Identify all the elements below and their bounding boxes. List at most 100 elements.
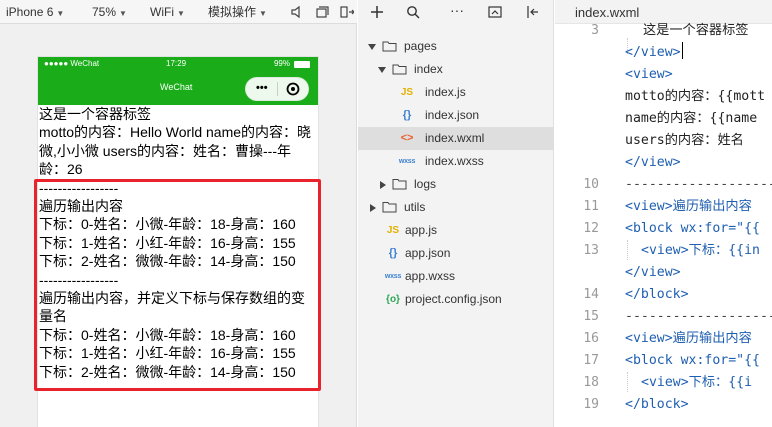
code-editor: index.wxml 3 这是一个容器标签 </view> <view> mot… <box>555 0 772 427</box>
tree-item-project-config[interactable]: {o} project.config.json <box>358 288 554 311</box>
network-select[interactable]: WiFi ▼ <box>150 4 185 20</box>
simulator-toolbar: iPhone 6 ▼ 75% ▼ WiFi ▼ 模拟操作 ▼ <box>0 0 357 24</box>
explorer-toolbar: ··· <box>358 0 554 24</box>
code-line[interactable]: </view> <box>555 42 772 64</box>
code-text: <view>下标：{{in <box>641 243 760 258</box>
code-line[interactable]: </view> <box>555 262 772 284</box>
chevron-down-icon <box>368 44 376 50</box>
folder-open-icon <box>392 64 407 75</box>
network-label: WiFi <box>150 5 174 19</box>
code-line[interactable]: </view> <box>555 152 772 174</box>
code-line[interactable]: name的内容：{{name <box>555 108 772 130</box>
wxss-file-icon: wxss <box>384 273 402 280</box>
code-line[interactable]: 15 -------------------- <box>555 306 772 328</box>
tree-item-label: logs <box>414 177 437 191</box>
code-line[interactable]: <view> <box>555 64 772 86</box>
code-text: </block> <box>625 287 689 302</box>
code-line[interactable]: 12 <block wx:for="{{ <box>555 218 772 240</box>
detach-icon[interactable] <box>340 5 354 19</box>
tree-item-index-js[interactable]: JS index.js <box>358 81 554 104</box>
tree-item-label: utils <box>404 200 426 214</box>
tree-item-label: app.wxss <box>405 269 456 283</box>
wxml-file-icon: <> <box>400 132 414 144</box>
code-text: motto的内容：{{mott <box>625 89 766 104</box>
line-number: 18 <box>583 375 599 390</box>
highlight-annotation <box>34 179 321 391</box>
tree-item-app-js[interactable]: JS app.js <box>358 219 554 242</box>
device-select[interactable]: iPhone 6 ▼ <box>6 4 64 20</box>
line-number: 3 <box>591 23 599 38</box>
json-file-icon: {} <box>402 109 412 121</box>
wxss-file-icon: wxss <box>398 158 416 165</box>
tree-item-label: project.config.json <box>405 292 502 306</box>
code-text: <view>遍历输出内容 <box>625 331 752 346</box>
split-icon[interactable] <box>488 5 502 19</box>
nav-title: WeChat <box>160 82 193 92</box>
folder-open-icon <box>382 41 397 52</box>
js-file-icon: JS <box>400 87 414 98</box>
zoom-label: 75% <box>92 5 117 19</box>
data-summary-text: motto的内容：Hello World name的内容：晓微,小小微 user… <box>39 124 312 178</box>
chevron-down-icon: ▼ <box>177 9 185 18</box>
tree-item-index-wxml[interactable]: <> index.wxml <box>358 127 554 150</box>
code-line[interactable]: motto的内容：{{mott <box>555 86 772 108</box>
code-line[interactable]: 17 <block wx:for="{{ <box>555 350 772 372</box>
close-circle-icon[interactable] <box>286 82 300 96</box>
code-text: <block wx:for="{{ <box>625 353 760 368</box>
tree-item-logs[interactable]: logs <box>358 173 554 196</box>
code-text: </view> <box>625 155 681 170</box>
more-icon[interactable]: ··· <box>450 2 464 18</box>
code-line[interactable]: users的内容：姓名 <box>555 130 772 152</box>
zoom-select[interactable]: 75% ▼ <box>92 4 127 20</box>
add-icon[interactable] <box>370 5 384 19</box>
line-number: 13 <box>583 243 599 258</box>
code-token: </view> <box>625 45 681 60</box>
code-line[interactable]: 11 <view>遍历输出内容 <box>555 196 772 218</box>
line-number: 17 <box>583 353 599 368</box>
window-icon[interactable] <box>315 5 329 19</box>
code-line[interactable]: 13 <view>下标：{{in <box>555 240 772 262</box>
simulator-pane: iPhone 6 ▼ 75% ▼ WiFi ▼ 模拟操作 ▼ ●●●●● WeChat … <box>0 0 357 427</box>
capsule-divider <box>277 82 278 96</box>
code-text: </view> <box>625 265 681 280</box>
code-line[interactable]: 14 </block> <box>555 284 772 306</box>
tree-item-index-wxss[interactable]: wxss index.wxss <box>358 150 554 173</box>
file-explorer: ··· pages index JS index.js {} index.jso… <box>358 0 554 427</box>
tree-item-index[interactable]: index <box>358 58 554 81</box>
editor-tab-label: index.wxml <box>575 5 640 20</box>
code-text: users的内容：姓名 <box>625 133 744 148</box>
code-text: <view>遍历输出内容 <box>625 199 752 214</box>
tree-item-label: app.js <box>405 223 438 237</box>
text-cursor <box>681 42 683 59</box>
code-text: name的内容：{{name <box>625 111 758 126</box>
chevron-down-icon <box>378 67 386 73</box>
tree-item-index-json[interactable]: {} index.json <box>358 104 554 127</box>
code-line[interactable]: 19 </block> <box>555 394 772 416</box>
js-file-icon: JS <box>386 225 400 236</box>
status-bar: ●●●●● WeChat 17:29 99% <box>38 57 318 71</box>
mode-label: 模拟操作 <box>208 5 257 19</box>
code-line[interactable]: 18 <view>下标：{{i <box>555 372 772 394</box>
line-number: 12 <box>583 221 599 236</box>
mode-select[interactable]: 模拟操作 ▼ <box>208 4 267 20</box>
code-line[interactable]: 3 这是一个容器标签 <box>555 20 772 42</box>
code-line[interactable]: 10 -------------------- <box>555 174 772 196</box>
collapse-icon[interactable] <box>526 5 540 19</box>
tree-item-app-wxss[interactable]: wxss app.wxss <box>358 265 554 288</box>
battery-icon <box>294 61 310 68</box>
more-icon[interactable]: ••• <box>256 82 268 94</box>
tree-item-label: index.json <box>425 108 480 122</box>
tree-item-app-json[interactable]: {} app.json <box>358 242 554 265</box>
code-text: </block> <box>625 397 689 412</box>
code-text: </view> <box>625 42 683 64</box>
tree-item-label: index.wxml <box>425 131 485 145</box>
tree-item-label: index <box>414 62 443 76</box>
search-icon[interactable] <box>406 5 420 19</box>
code-line[interactable]: 16 <view>遍历输出内容 <box>555 328 772 350</box>
code-text: -------------------- <box>625 309 772 324</box>
tree-item-utils[interactable]: utils <box>358 196 554 219</box>
line-number: 11 <box>583 199 599 214</box>
tree-item-pages[interactable]: pages <box>358 35 554 58</box>
folder-icon <box>392 179 407 190</box>
speaker-icon[interactable] <box>290 5 304 19</box>
